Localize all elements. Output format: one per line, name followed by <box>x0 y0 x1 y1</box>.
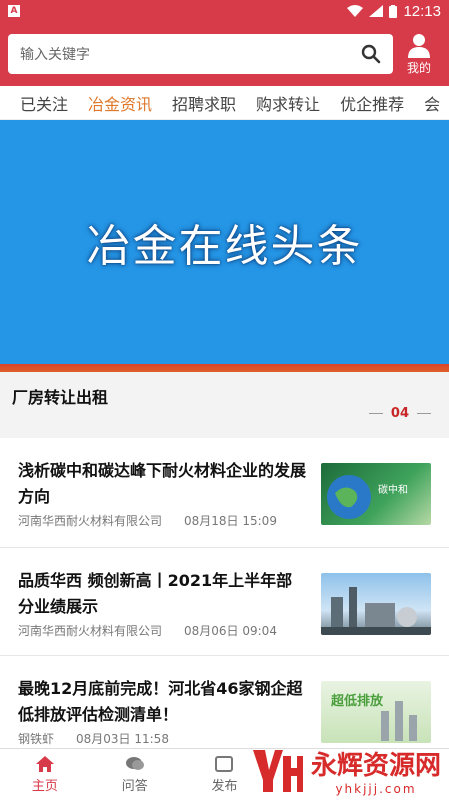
tab-more[interactable]: 会 <box>424 91 440 115</box>
battery-icon <box>389 4 398 18</box>
watermark: 永辉资源网 yhkjjj.com <box>249 745 441 796</box>
news-source: 钢铁虾 <box>18 732 55 746</box>
mine-label: 我的 <box>406 60 431 75</box>
search-icon[interactable] <box>361 44 381 64</box>
search-bar[interactable]: 输入关键字 <box>8 34 393 74</box>
tab-jobs[interactable]: 招聘求职 <box>172 91 236 115</box>
nav-publish-label: 发布 <box>211 779 238 794</box>
mine-button[interactable]: 我的 <box>397 33 441 76</box>
status-bar: A 12:13 <box>0 0 449 22</box>
watermark-title: 永辉资源网 <box>310 751 441 781</box>
news-meta: 钢铁虾 08月03日 11:58 <box>18 730 169 747</box>
news-headline: 浅析碳中和碳达峰下耐火材料企业的发展方向 <box>18 461 307 506</box>
clock: 12:13 <box>403 2 441 20</box>
nav-qa[interactable]: 问答 <box>90 749 180 800</box>
section-header: 厂房转让出租 04 <box>0 372 449 438</box>
search-input[interactable]: 输入关键字 <box>20 44 361 64</box>
tab-trade[interactable]: 购求转让 <box>256 91 320 115</box>
news-thumbnail <box>321 573 431 635</box>
watermark-url: yhkjjj.com <box>335 782 417 796</box>
news-thumbnail: 碳中和 <box>321 463 431 525</box>
news-item[interactable]: 品质华西 频创新高丨2021年上半年部分业绩展示 河南华西耐火材料有限公司 08… <box>0 548 449 656</box>
tab-metallurgy-news[interactable]: 冶金资讯 <box>88 91 152 115</box>
banner-title: 冶金在线头条 <box>86 221 363 272</box>
news-source: 河南华西耐火材料有限公司 <box>18 514 163 528</box>
home-icon <box>35 756 54 772</box>
news-source: 河南华西耐火材料有限公司 <box>18 624 163 638</box>
news-date: 08月06日 09:04 <box>184 624 277 638</box>
news-headline: 最晚12月底前完成！河北省46家钢企超低排放评估检测清单！ <box>18 679 303 724</box>
news-date: 08月03日 11:58 <box>76 732 169 746</box>
category-tabs: 已关注 冶金资讯 招聘求职 购求转让 优企推荐 会 <box>0 86 449 120</box>
top-header: 输入关键字 我的 <box>0 22 449 86</box>
news-date: 08月18日 15:09 <box>184 514 277 528</box>
wifi-icon <box>347 5 364 17</box>
thumb-caption: 超低排放 <box>331 693 384 709</box>
news-thumbnail: 超低排放 <box>321 681 431 743</box>
section-title[interactable]: 厂房转让出租 <box>12 384 108 408</box>
news-list: 浅析碳中和碳达峰下耐火材料企业的发展方向 河南华西耐火材料有限公司 08月18日… <box>0 438 449 748</box>
tab-recommended[interactable]: 优企推荐 <box>340 91 404 115</box>
publish-icon <box>215 756 234 772</box>
user-icon <box>408 33 430 58</box>
pager: 04 <box>368 406 431 421</box>
thumb-caption: 碳中和 <box>378 483 408 496</box>
tab-followed[interactable]: 已关注 <box>20 91 68 115</box>
nav-home-label: 主页 <box>31 779 58 794</box>
nav-qa-label: 问答 <box>121 779 148 794</box>
app-badge-icon: A <box>8 5 20 17</box>
banner-divider <box>0 364 449 372</box>
page-number: 04 <box>390 406 409 421</box>
watermark-logo-icon <box>252 749 303 792</box>
news-meta: 河南华西耐火材料有限公司 08月06日 09:04 <box>18 622 277 639</box>
headline-banner[interactable]: 冶金在线头条 <box>0 120 449 364</box>
chat-icon <box>125 757 144 770</box>
news-headline: 品质华西 频创新高丨2021年上半年部分业绩展示 <box>18 571 293 616</box>
news-item[interactable]: 浅析碳中和碳达峰下耐火材料企业的发展方向 河南华西耐火材料有限公司 08月18日… <box>0 438 449 548</box>
news-meta: 河南华西耐火材料有限公司 08月18日 15:09 <box>18 512 277 529</box>
nav-home[interactable]: 主页 <box>0 749 90 800</box>
signal-icon <box>369 5 384 17</box>
